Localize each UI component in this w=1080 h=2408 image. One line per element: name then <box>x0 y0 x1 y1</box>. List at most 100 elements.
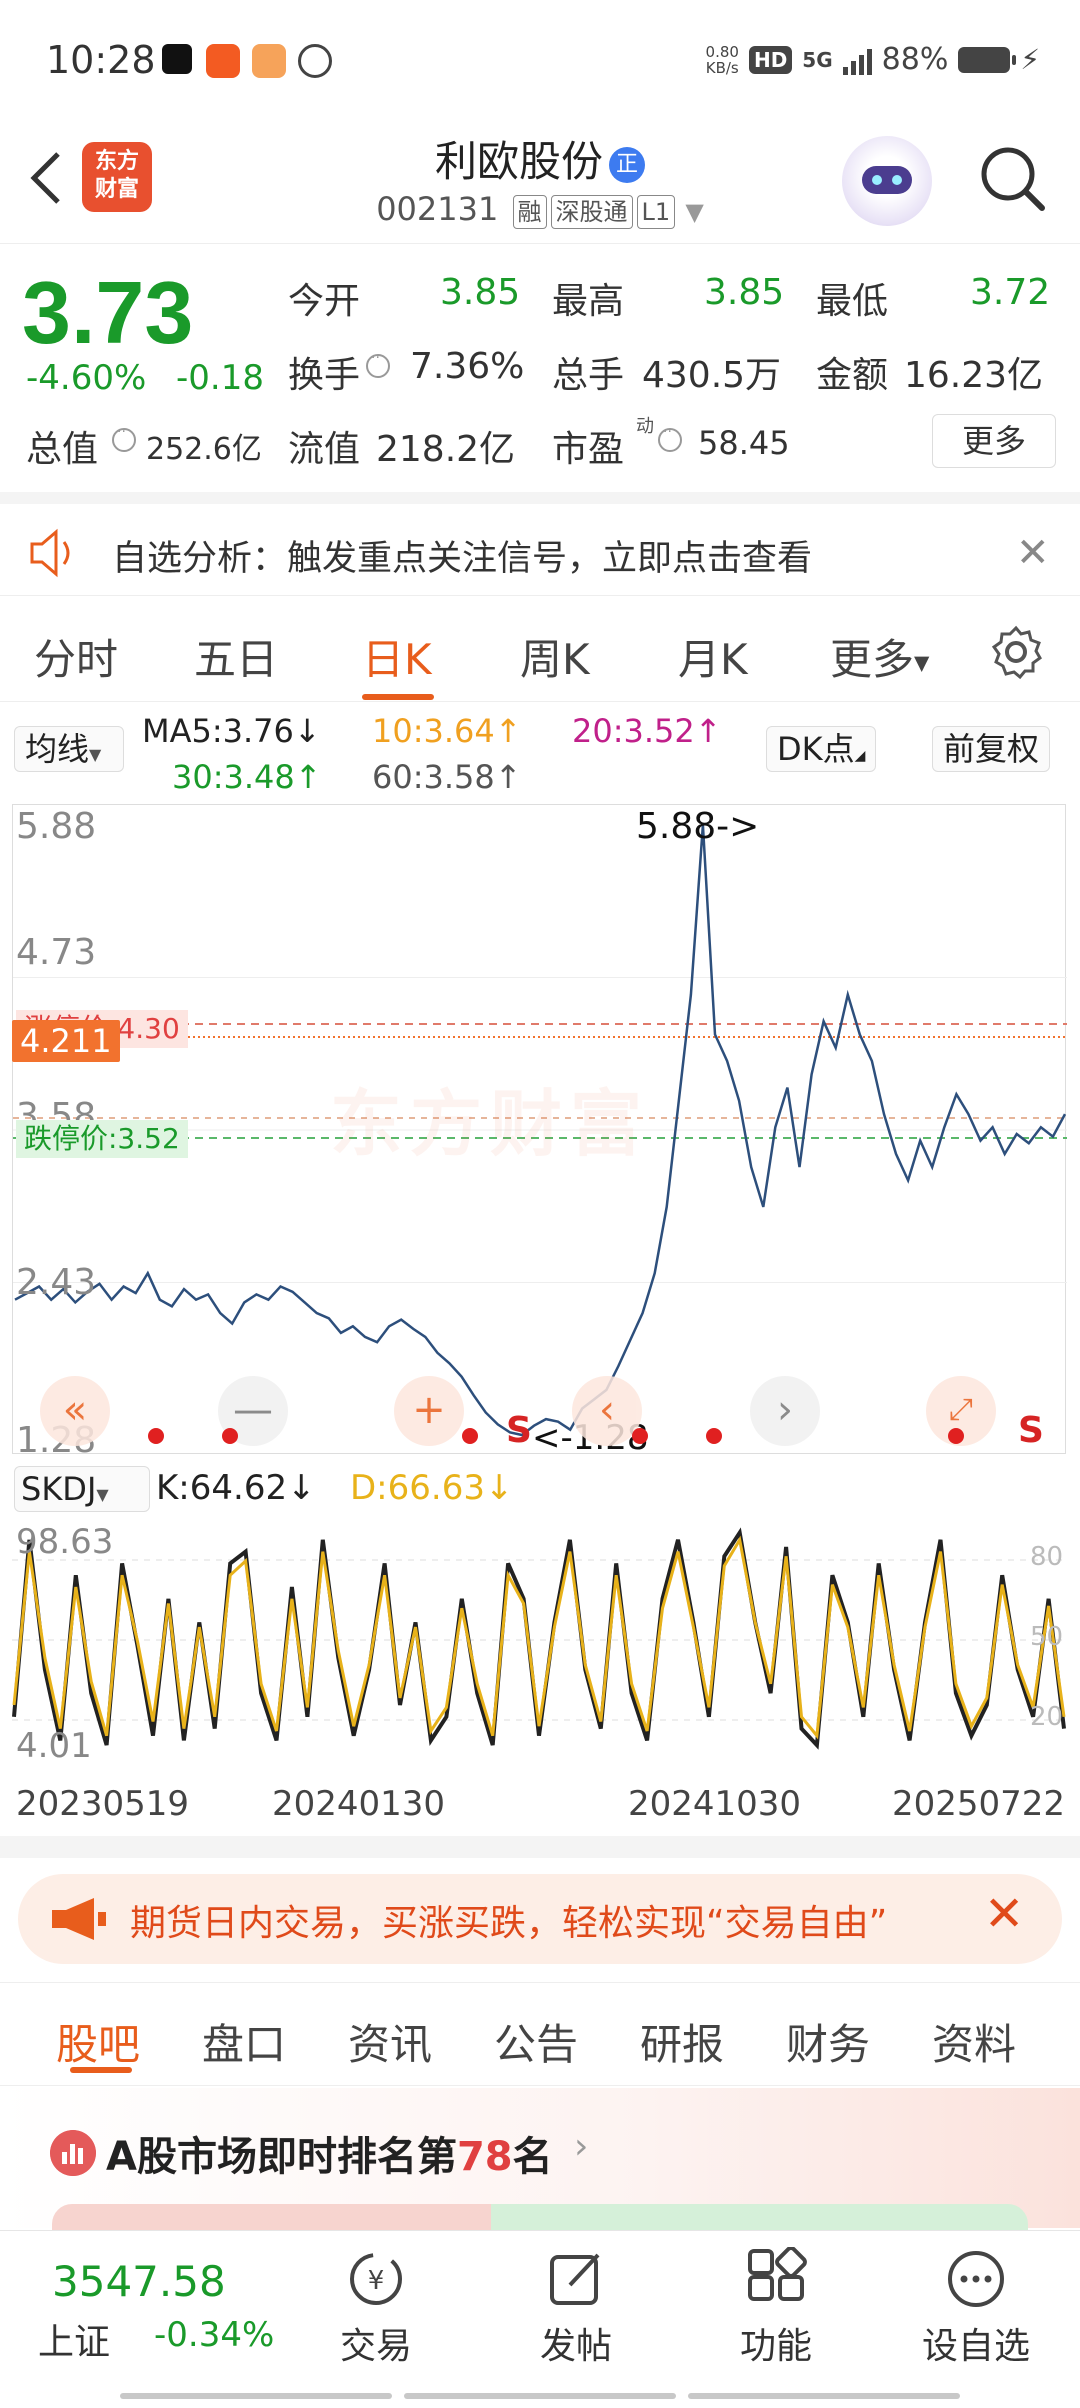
assistant-robot-icon[interactable] <box>842 136 932 226</box>
tab-news[interactable]: 资讯 <box>348 2011 432 2072</box>
tag-connect: 深股通 <box>550 195 633 229</box>
ma10-value: 10:3.64↑ <box>372 712 522 750</box>
skdj-y-bottom: 4.01 <box>16 1726 92 1766</box>
scroll-left-fast-icon[interactable]: « <box>40 1376 110 1446</box>
promo-text: 期货日内交易，买涨买跌，轻松实现“交易自由” <box>130 1903 888 1944</box>
info-icon[interactable] <box>366 350 390 378</box>
mktcap-label: 总值 <box>26 429 99 470</box>
zoom-in-icon[interactable]: + <box>394 1376 464 1446</box>
skdj-level-20: 20 <box>1030 1702 1064 1732</box>
svg-text:¥: ¥ <box>368 2266 385 2296</box>
skdj-selector[interactable]: SKDJ▼ <box>14 1466 150 1512</box>
tab-research[interactable]: 研报 <box>640 2011 724 2072</box>
add-watchlist-button[interactable]: 设自选 <box>906 2247 1046 2369</box>
tab-profile[interactable]: 资料 <box>932 2011 1016 2072</box>
signal-icon <box>842 45 872 75</box>
caret-down-icon: ▼ <box>89 745 102 764</box>
more-button[interactable]: 更多 <box>932 414 1056 468</box>
notice-text: 自选分析：触发重点关注信号，立即点击查看 <box>112 539 813 579</box>
skdj-svg <box>12 1527 1066 1750</box>
skdj-d-value: D:66.63↓ <box>350 1468 514 1508</box>
speaker-icon <box>30 528 70 578</box>
status-right: 0.80 KB/s HD 5G 88% ⚡ <box>706 42 1040 77</box>
tab-weekly-k[interactable]: 周K <box>520 626 590 687</box>
status-time: 10:28 <box>46 38 156 82</box>
date-label: 20241030 <box>628 1784 802 1824</box>
ma60-value: 60:3.58↑ <box>372 758 522 796</box>
skdj-level-50: 50 <box>1030 1622 1064 1652</box>
tab-monthly-k[interactable]: 月K <box>678 626 748 687</box>
bar-chart-icon <box>50 2130 96 2176</box>
signal-label: 5G <box>802 47 833 72</box>
info-icon[interactable] <box>658 424 682 452</box>
trade-button[interactable]: ¥ 交易 <box>306 2247 446 2369</box>
signal-dot <box>222 1428 238 1444</box>
arrow-up-icon: ↑ <box>694 712 722 750</box>
edit-icon <box>550 2253 600 2305</box>
tab-forum[interactable]: 股吧 <box>56 2011 140 2072</box>
promo-banner[interactable]: 期货日内交易，买涨买跌，轻松实现“交易自由” ✕ <box>18 1874 1062 1964</box>
limit-down-label: 跌停价:3.52 <box>16 1120 188 1158</box>
tab-announcements[interactable]: 公告 <box>494 2011 578 2072</box>
verified-badge: 正 <box>609 146 645 183</box>
sell-signal: S <box>1018 1410 1044 1451</box>
tab-daily-k[interactable]: 日K <box>362 626 432 687</box>
pe-value: 58.45 <box>698 424 790 462</box>
close-icon[interactable]: ✕ <box>1016 530 1050 576</box>
tab-intraday[interactable]: 分时 <box>34 626 118 687</box>
tab-orderbook[interactable]: 盘口 <box>202 2011 286 2072</box>
adjust-button[interactable]: 前复权 <box>932 726 1051 772</box>
post-button[interactable]: 发帖 <box>506 2247 646 2369</box>
arrow-up-icon: ↑ <box>494 712 522 750</box>
step-right-icon[interactable]: › <box>750 1376 820 1446</box>
tab-more[interactable]: 更多▼ <box>830 626 929 687</box>
ma20-value: 20:3.52↑ <box>572 712 722 750</box>
functions-button[interactable]: 功能 <box>706 2247 846 2369</box>
dk-point-button[interactable]: DK点◢ <box>766 726 877 772</box>
period-tabs: 分时 五日 日K 周K 月K 更多▼ <box>0 598 1080 702</box>
battery-icon <box>958 46 1017 73</box>
tag-level: L1 <box>636 195 676 229</box>
tab-five-day[interactable]: 五日 <box>194 626 278 687</box>
hd-icon: HD <box>748 45 793 74</box>
stock-code: 002131 <box>376 190 499 228</box>
ma30-value: 30:3.48↑ <box>172 758 322 796</box>
battery-percent: 88% <box>881 42 949 77</box>
indicator-selector[interactable]: 均线▼ <box>14 726 124 772</box>
open-value: 3.85 <box>440 272 521 313</box>
status-bar: 10:28 0.80 KB/s HD 5G 88% ⚡ <box>0 0 1080 120</box>
analysis-notice[interactable]: 自选分析：触发重点关注信号，立即点击查看 ✕ <box>0 492 1080 596</box>
date-label: 20230519 <box>16 1784 190 1824</box>
float-value: 218.2亿 <box>376 429 516 470</box>
skdj-y-top: 98.63 <box>16 1522 114 1562</box>
app-icon <box>252 44 286 78</box>
index-change[interactable]: -0.34% <box>154 2315 274 2355</box>
taobao-icon <box>206 44 240 78</box>
rank-banner[interactable]: A股市场即时排名第78名 › <box>0 2088 1080 2234</box>
gear-icon[interactable] <box>988 624 1044 680</box>
caret-down-icon: ▼ <box>914 650 930 675</box>
low-label: 最低 <box>816 281 889 322</box>
skdj-chart[interactable]: 98.63 4.01 80 50 20 <box>12 1520 1066 1772</box>
stock-header: 东方 财富 利欧股份正 002131 融深股通 L1 ▼ <box>0 120 1080 244</box>
search-icon[interactable] <box>976 142 1048 214</box>
index-name[interactable]: 上证 <box>38 2313 110 2365</box>
quote-panel: 3.73 -4.60% -0.18 今开 3.85 最高 3.85 最低 3.7… <box>0 246 1080 490</box>
more-dots-icon <box>948 2251 1004 2307</box>
amount-label: 金额 <box>816 355 889 396</box>
tab-financials[interactable]: 财务 <box>786 2011 870 2072</box>
caret-down-icon: ▼ <box>96 1485 109 1504</box>
arrow-down-icon: ↓ <box>484 1468 514 1508</box>
info-icon[interactable] <box>112 424 136 452</box>
index-value[interactable]: 3547.58 <box>52 2257 226 2306</box>
arrow-up-icon: ↑ <box>294 758 322 796</box>
stock-name: 利欧股份 <box>434 137 603 186</box>
current-price-tag[interactable]: 4.211 <box>12 1020 120 1062</box>
volume-label: 总手 <box>552 355 625 396</box>
signal-dot <box>462 1428 478 1444</box>
close-icon[interactable]: ✕ <box>984 1886 1024 1942</box>
turnover-value: 7.36% <box>410 346 525 387</box>
arrow-up-icon: ↑ <box>494 758 522 796</box>
tiktok-icon <box>162 44 192 74</box>
ma5-value: MA5:3.76↓ <box>142 712 321 750</box>
